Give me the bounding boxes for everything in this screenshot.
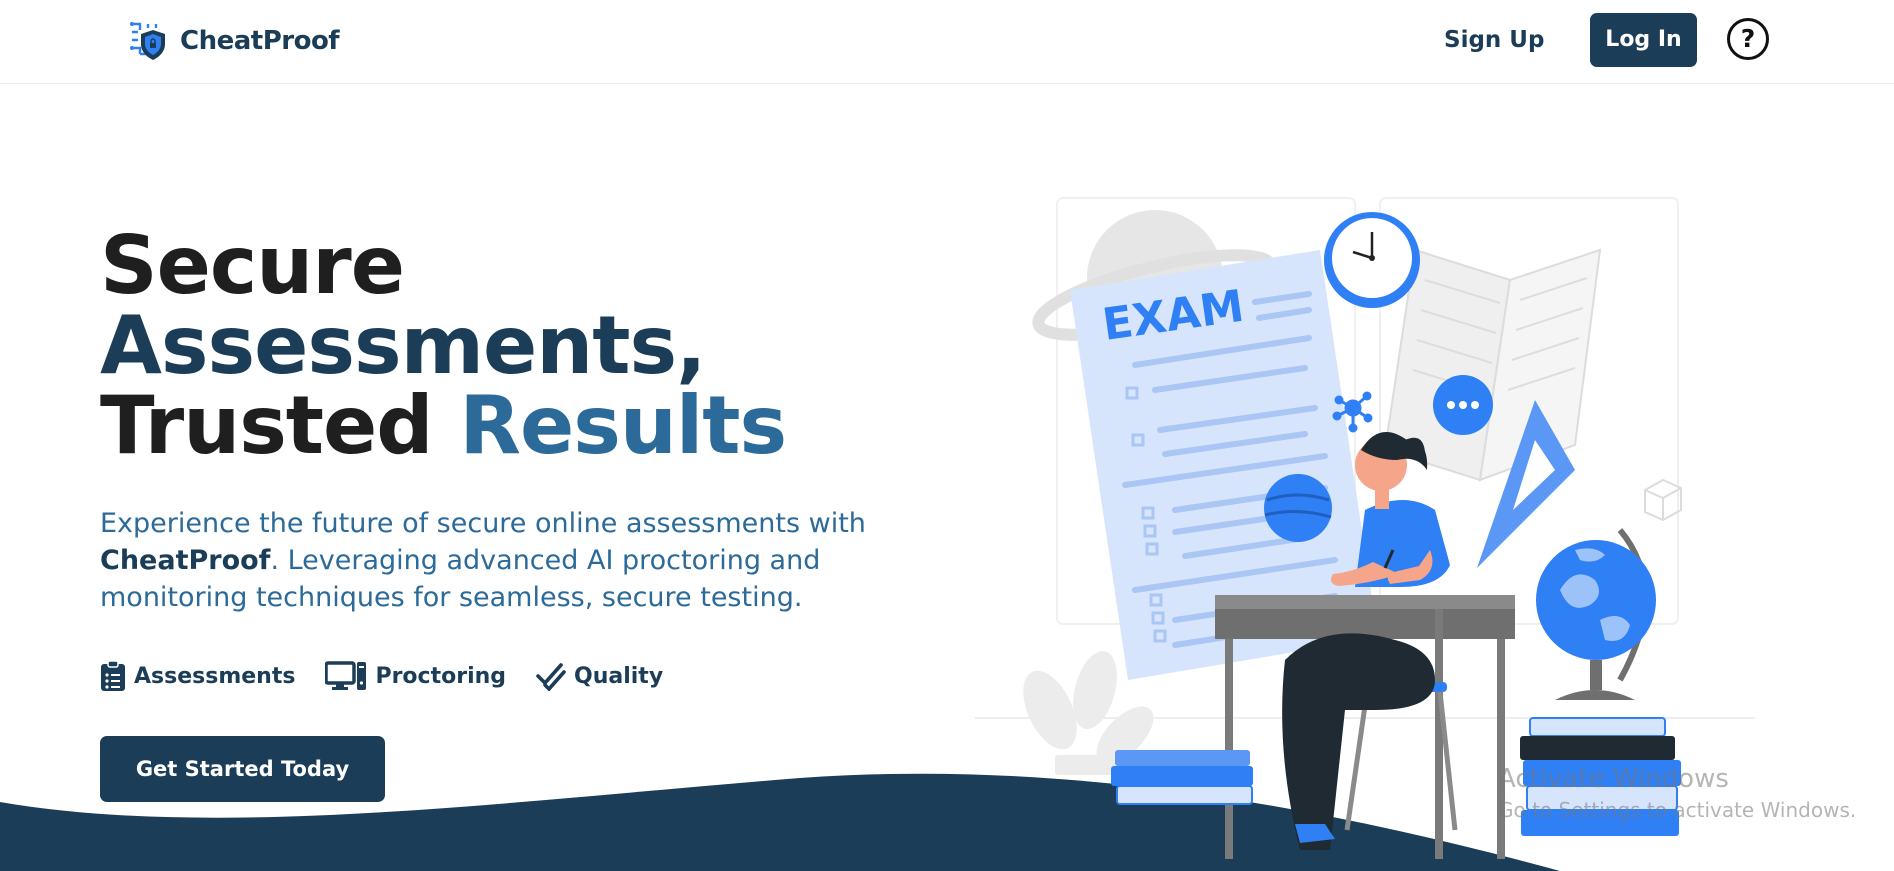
clipboard-icon (101, 660, 125, 691)
top-navbar: CheatProof Sign Up Log In ? (0, 0, 1894, 84)
double-check-icon (536, 663, 566, 691)
sign-up-link[interactable]: Sign Up (1430, 20, 1558, 60)
brand-logo-link[interactable]: CheatProof (126, 18, 340, 64)
help-icon[interactable]: ? (1727, 18, 1769, 60)
blue-ball-shape (1264, 474, 1332, 542)
windows-activation-watermark: Activate Windows Go to Settings to activ… (1498, 764, 1856, 822)
feature-label: Quality (574, 663, 664, 689)
watermark-title: Activate Windows (1498, 764, 1729, 794)
globe-shape (1536, 528, 1656, 700)
book-stack-left (1111, 750, 1253, 805)
monitor-icon (325, 661, 367, 690)
feature-quality: Quality (536, 661, 663, 691)
feature-list: Assessments Proctoring Quality (100, 660, 663, 692)
hero-heading-trusted: Trusted (100, 379, 460, 472)
watermark-subtitle: Go to Settings to activate Windows. (1498, 798, 1857, 822)
clock-shape (1324, 212, 1420, 308)
log-in-button[interactable]: Log In (1590, 13, 1697, 67)
hero-description-brand: CheatProof (100, 545, 271, 576)
hero-description: Experience the future of secure online a… (100, 505, 880, 616)
hero-description-part-1: Experience the future of secure online a… (100, 508, 866, 539)
chat-bubble-shape (1433, 375, 1493, 435)
feature-label: Assessments (134, 663, 296, 689)
shield-circuit-icon (130, 22, 165, 60)
hero-heading-line-2: Assessments, (100, 299, 706, 392)
hero-heading-line-1: Secure (100, 219, 405, 312)
hero-heading-line-3: Trusted Results (100, 386, 787, 466)
feature-label: Proctoring (375, 663, 507, 689)
hero-heading: Secure Assessments, Trusted Results (100, 219, 787, 466)
feature-proctoring: Proctoring (325, 661, 506, 691)
brand-name: CheatProof (180, 26, 340, 56)
feature-assessments: Assessments (100, 660, 295, 692)
hero-heading-results: Results (459, 379, 787, 472)
